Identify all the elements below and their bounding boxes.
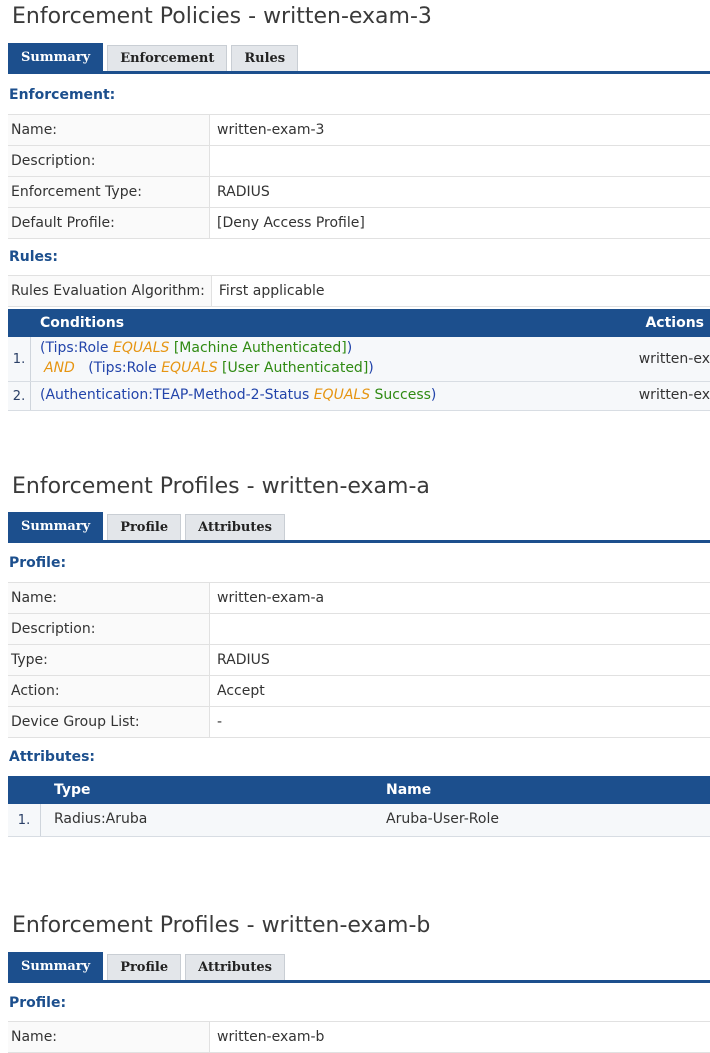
rules-header: Conditions Actions (8, 309, 710, 337)
profile-b-title: Enforcement Profiles - written-exam-b (12, 913, 431, 938)
policy-title: Enforcement Policies - written-exam-3 (12, 4, 432, 29)
profile-a-tabs: Summary Profile Attributes (8, 512, 289, 540)
field-row: Action: Accept (8, 675, 710, 706)
field-row: Description: (8, 145, 710, 176)
condition-line: AND (Tips:Role EQUALS [User Authenticate… (44, 360, 374, 376)
rule-row[interactable]: 2. (Authentication:TEAP-Method-2-Status … (8, 382, 710, 411)
rule-action: written-ex (638, 351, 710, 367)
header-actions: Actions (645, 315, 704, 331)
condition-line: (Authentication:TEAP-Method-2-Status EQU… (40, 387, 437, 403)
field-label: Type: (8, 645, 210, 675)
field-row: Name: written-exam-3 (8, 114, 710, 145)
tab-summary[interactable]: Summary (8, 952, 104, 980)
section-profile: Profile: (9, 555, 67, 571)
profile-a-fields: Name: written-exam-a Description: Type: … (8, 582, 710, 738)
tab-profile[interactable]: Profile (107, 514, 182, 540)
field-row: Type: RADIUS (8, 644, 710, 675)
field-label: Description: (8, 146, 210, 176)
field-value: Accept (217, 683, 265, 699)
condition-join: AND (44, 360, 75, 376)
tab-underline (8, 540, 710, 543)
row-number: 1. (8, 804, 41, 836)
condition-line: (Tips:Role EQUALS [Machine Authenticated… (40, 340, 353, 356)
field-label: Name: (8, 1022, 210, 1052)
condition-value: [Machine Authenticated] (173, 340, 347, 356)
attribute-type: Radius:Aruba (54, 811, 148, 827)
tab-rules[interactable]: Rules (231, 45, 299, 71)
algorithm-value: First applicable (218, 283, 325, 299)
condition-attribute: Tips:Role (93, 360, 157, 376)
field-label: Enforcement Type: (8, 177, 210, 207)
section-enforcement: Enforcement: (9, 87, 116, 103)
tab-profile[interactable]: Profile (107, 954, 182, 980)
algorithm-label: Rules Evaluation Algorithm: (8, 276, 212, 306)
profile-a-title: Enforcement Profiles - written-exam-a (12, 474, 430, 499)
condition-attribute: Authentication:TEAP-Method-2-Status (45, 387, 310, 403)
field-value: written-exam-3 (217, 122, 325, 138)
field-value: written-exam-a (217, 590, 325, 606)
tab-summary[interactable]: Summary (8, 43, 104, 71)
policy-tabs: Summary Enforcement Rules (8, 43, 302, 71)
field-value (210, 146, 217, 176)
field-value: RADIUS (217, 652, 270, 668)
attribute-name: Aruba-User-Role (386, 811, 499, 827)
header-conditions: Conditions (40, 315, 125, 331)
row-number: 2. (8, 382, 31, 410)
row-number: 1. (8, 337, 31, 381)
field-value: - (217, 714, 223, 730)
field-row: Description: (8, 613, 710, 644)
condition-operator: EQUALS (161, 360, 218, 376)
field-row: Enforcement Type: RADIUS (8, 176, 710, 207)
section-rules: Rules: (9, 249, 58, 265)
condition-value: Success (374, 387, 431, 403)
condition-operator: EQUALS (313, 387, 371, 403)
section-attributes: Attributes: (9, 749, 96, 765)
field-label: Name: (8, 115, 210, 145)
condition-value: [User Authenticated] (222, 360, 369, 376)
profile-b-fields: Name: written-exam-b (8, 1021, 710, 1053)
tab-underline (8, 980, 710, 983)
attribute-row[interactable]: 1. Radius:Aruba Aruba-User-Role (8, 804, 710, 837)
tab-enforcement[interactable]: Enforcement (107, 45, 228, 71)
tab-underline (8, 71, 710, 74)
header-type: Type (54, 782, 91, 798)
field-row: Device Group List: - (8, 706, 710, 738)
field-label: Action: (8, 676, 210, 706)
tab-summary[interactable]: Summary (8, 512, 104, 540)
field-row: Name: written-exam-b (8, 1021, 710, 1053)
field-label: Device Group List: (8, 707, 210, 737)
rule-row[interactable]: 1. (Tips:Role EQUALS [Machine Authentica… (8, 337, 710, 382)
field-value: RADIUS (217, 184, 270, 200)
rule-action: written-ex (638, 387, 710, 403)
profile-b-tabs: Summary Profile Attributes (8, 952, 289, 980)
condition-attribute: Tips:Role (45, 340, 109, 356)
field-label: Description: (8, 614, 210, 644)
field-value (210, 614, 217, 644)
policy-fields: Name: written-exam-3 Description: Enforc… (8, 114, 710, 239)
tab-attributes[interactable]: Attributes (185, 954, 285, 980)
field-value: written-exam-b (217, 1029, 325, 1045)
attributes-header: Type Name (8, 776, 710, 804)
header-name: Name (386, 782, 432, 798)
field-value: [Deny Access Profile] (217, 215, 365, 231)
field-label: Default Profile: (8, 208, 210, 238)
field-row: Default Profile: [Deny Access Profile] (8, 207, 710, 239)
field-row: Name: written-exam-a (8, 582, 710, 613)
tab-attributes[interactable]: Attributes (185, 514, 285, 540)
condition-operator: EQUALS (113, 340, 170, 356)
rules-algorithm: Rules Evaluation Algorithm: First applic… (8, 275, 710, 307)
section-profile: Profile: (9, 995, 67, 1011)
field-label: Name: (8, 583, 210, 613)
